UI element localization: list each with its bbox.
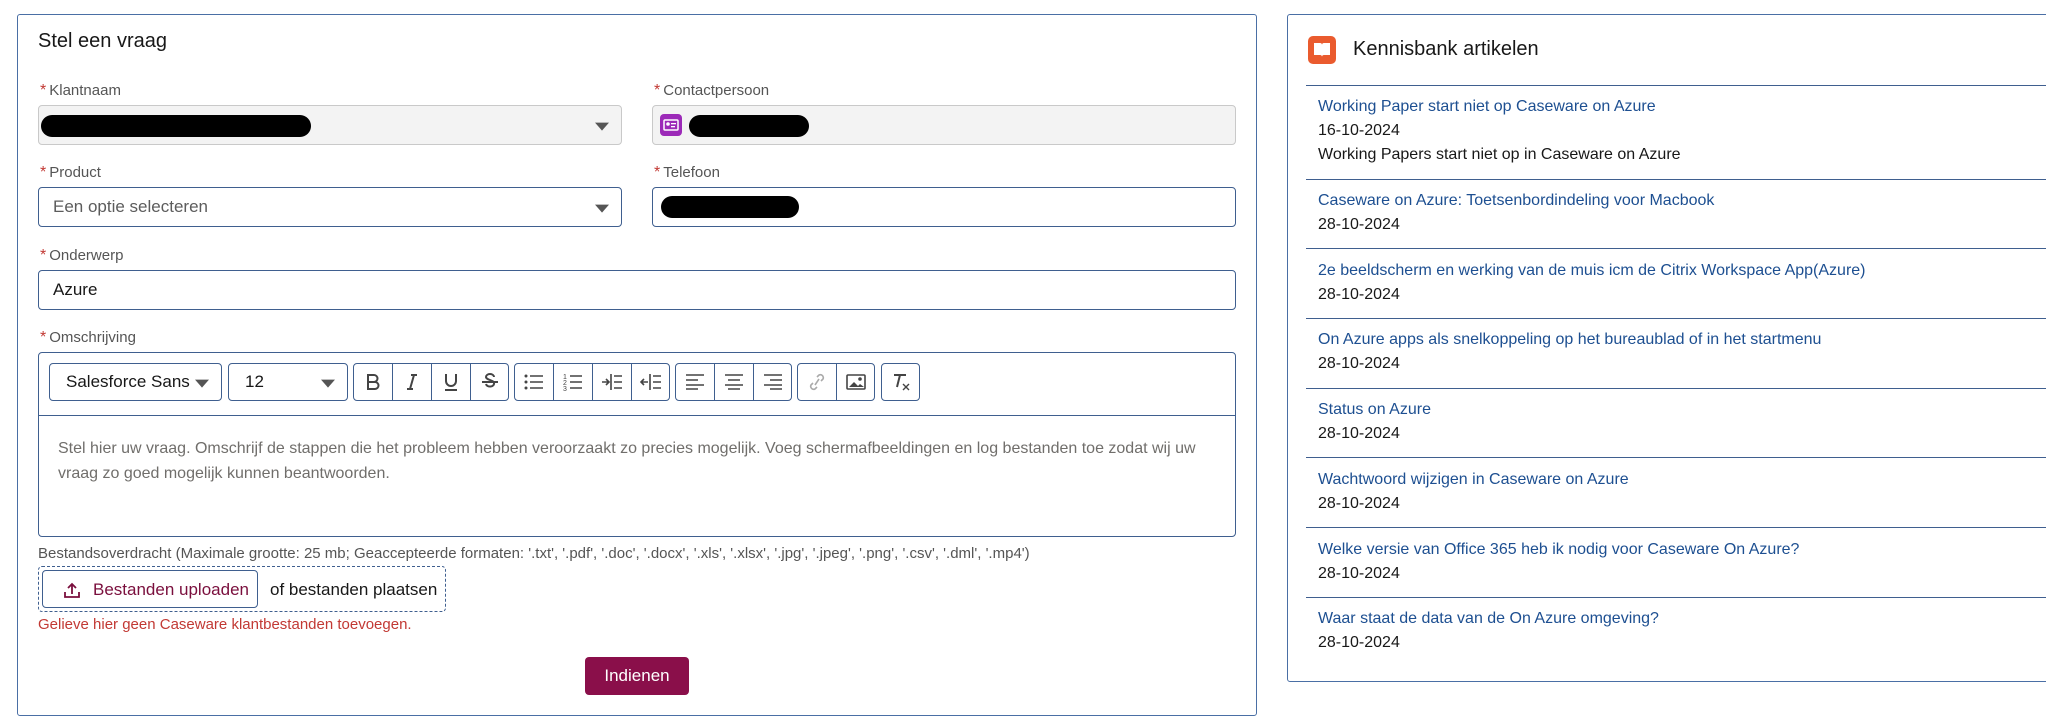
upload-hint: Bestandsoverdracht (Maximale grootte: 25… <box>38 545 1030 562</box>
svg-text:3: 3 <box>563 386 567 392</box>
kb-article: On Azure apps als snelkoppeling op het b… <box>1318 331 2046 373</box>
telefoon-input[interactable] <box>652 187 1236 227</box>
product-placeholder: Een optie selecteren <box>53 197 208 216</box>
editor-placeholder[interactable]: Stel hier uw vraag. Omschrijf de stappen… <box>58 436 1218 486</box>
kb-article-date: 28-10-2024 <box>1318 495 1400 512</box>
kb-article: 2e beeldscherm en werking van de muis ic… <box>1318 262 2046 304</box>
onderwerp-input[interactable]: Azure <box>38 270 1236 310</box>
onderwerp-label: * Onderwerp <box>40 247 124 264</box>
klantnaam-combobox[interactable] <box>38 105 622 145</box>
chevron-down-icon <box>321 379 335 388</box>
toolbar-divider <box>39 415 1235 416</box>
kb-article-date: 28-10-2024 <box>1318 565 1400 582</box>
product-select[interactable]: Een optie selecteren <box>38 187 622 227</box>
kb-divider <box>1306 248 2046 249</box>
kb-article-link[interactable]: Welke versie van Office 365 heb ik nodig… <box>1318 541 2046 559</box>
kb-article-link[interactable]: Wachtwoord wijzigen in Caseware on Azure <box>1318 471 2046 489</box>
onderwerp-value: Azure <box>53 280 98 299</box>
chevron-down-icon <box>595 204 609 213</box>
kb-article-link[interactable]: On Azure apps als snelkoppeling op het b… <box>1318 331 2046 349</box>
upload-files-button[interactable]: Bestanden uploaden <box>42 570 258 608</box>
kb-article-date: 28-10-2024 <box>1318 286 1400 303</box>
product-label: * Product <box>40 164 101 181</box>
submit-button[interactable]: Indienen <box>585 657 689 695</box>
font-size-select[interactable]: 12 <box>228 363 348 401</box>
kb-divider <box>1306 597 2046 598</box>
chevron-down-icon <box>595 122 609 131</box>
chevron-down-icon <box>195 379 209 388</box>
kb-divider <box>1306 179 2046 180</box>
strikethrough-icon[interactable] <box>470 363 509 401</box>
knowledge-base-title: Kennisbank artikelen <box>1353 38 1539 60</box>
warning-message: Gelieve hier geen Caseware klantbestande… <box>38 616 412 633</box>
contactpersoon-field[interactable] <box>652 105 1236 145</box>
align-right-icon[interactable] <box>753 363 792 401</box>
kb-article: Working Paper start niet op Caseware on … <box>1318 98 2046 164</box>
redacted-customer-name <box>41 115 311 137</box>
contactpersoon-label: * Contactpersoon <box>654 82 770 99</box>
kb-article-date: 28-10-2024 <box>1318 634 1400 651</box>
kb-article: Welke versie van Office 365 heb ik nodig… <box>1318 541 2046 583</box>
underline-icon[interactable] <box>431 363 470 401</box>
align-center-icon[interactable] <box>714 363 753 401</box>
knowledge-book-icon <box>1308 36 1336 64</box>
upload-icon <box>64 582 80 598</box>
numbered-list-icon[interactable]: 123 <box>553 363 592 401</box>
kb-article-link[interactable]: 2e beeldscherm en werking van de muis ic… <box>1318 262 2046 280</box>
kb-article-link[interactable]: Working Paper start niet op Caseware on … <box>1318 98 2046 116</box>
kb-article-link[interactable]: Caseware on Azure: Toetsenbordindeling v… <box>1318 192 2046 210</box>
kb-divider <box>1306 527 2046 528</box>
bullet-list-icon[interactable] <box>514 363 553 401</box>
omschrijving-label: * Omschrijving <box>40 329 136 346</box>
contact-card-icon <box>660 114 682 136</box>
form-title: Stel een vraag <box>38 30 167 52</box>
kb-article-link[interactable]: Status on Azure <box>1318 401 2046 419</box>
kb-divider <box>1306 388 2046 389</box>
kb-divider <box>1306 318 2046 319</box>
klantnaam-label: * Klantnaam <box>40 82 121 99</box>
font-family-select[interactable]: Salesforce Sans <box>49 363 222 401</box>
image-icon[interactable] <box>836 363 875 401</box>
kb-article-date: 28-10-2024 <box>1318 425 1400 442</box>
kb-article: Caseware on Azure: Toetsenbordindeling v… <box>1318 192 2046 234</box>
link-icon[interactable] <box>797 363 836 401</box>
bold-icon[interactable] <box>353 363 392 401</box>
kb-article-date: 16-10-2024 <box>1318 122 1400 139</box>
align-left-icon[interactable] <box>675 363 714 401</box>
telefoon-label: * Telefoon <box>654 164 720 181</box>
clear-format-icon[interactable] <box>881 363 920 401</box>
kb-article: Waar staat de data van de On Azure omgev… <box>1318 610 2046 652</box>
kb-divider <box>1306 85 2046 86</box>
kb-article-link[interactable]: Waar staat de data van de On Azure omgev… <box>1318 610 2046 628</box>
outdent-icon[interactable] <box>631 363 670 401</box>
kb-article-description: Working Papers start niet op in Caseware… <box>1318 146 1681 163</box>
redacted-phone <box>661 196 799 218</box>
italic-icon[interactable] <box>392 363 431 401</box>
kb-article-date: 28-10-2024 <box>1318 355 1400 372</box>
kb-article-date: 28-10-2024 <box>1318 216 1400 233</box>
kb-article: Status on Azure 28-10-2024 <box>1318 401 2046 443</box>
redacted-contact-name <box>689 115 809 137</box>
indent-icon[interactable] <box>592 363 631 401</box>
drop-files-text: of bestanden plaatsen <box>270 580 438 599</box>
kb-divider <box>1306 457 2046 458</box>
kb-article: Wachtwoord wijzigen in Caseware on Azure… <box>1318 471 2046 513</box>
